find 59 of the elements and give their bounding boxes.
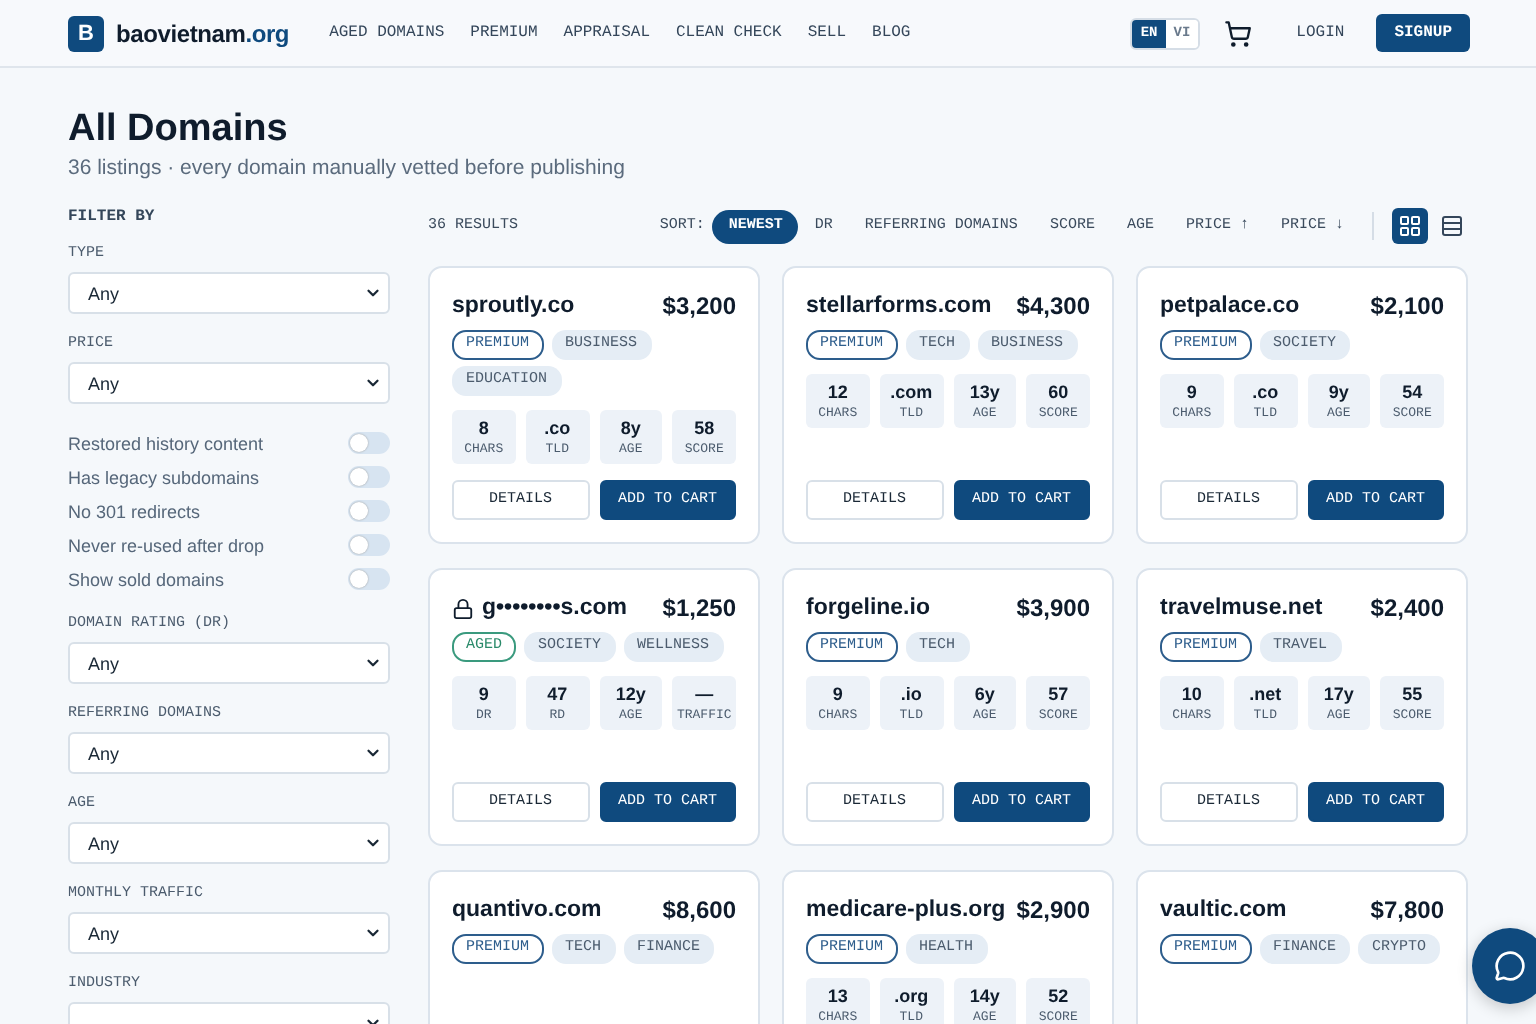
sidebar-title: FILTER BY xyxy=(68,208,157,226)
domain-name: petpalace.co xyxy=(1160,294,1300,318)
domain-name: g••••••••s.com xyxy=(452,596,627,620)
filter-select[interactable]: Any xyxy=(68,642,390,684)
chat-button[interactable] xyxy=(1472,928,1536,1004)
grid-icon xyxy=(1398,214,1422,238)
domain-name: stellarforms.com xyxy=(806,294,992,318)
toggle-switch[interactable] xyxy=(348,534,390,556)
toggle-switch[interactable] xyxy=(348,432,390,454)
logo-text[interactable]: baovietnam.org xyxy=(116,19,290,47)
domain-name: sproutly.co xyxy=(452,294,575,318)
cart-icon[interactable] xyxy=(1224,19,1253,47)
filter-select[interactable]: Any xyxy=(68,362,390,404)
nav-link[interactable]: PREMIUM xyxy=(470,24,538,42)
chat-icon xyxy=(1494,950,1526,982)
chevron-down-icon xyxy=(364,834,382,852)
domain-price: $7,800 xyxy=(1370,896,1444,924)
chevron-down-icon xyxy=(364,744,382,762)
toggle-label: Show sold domains xyxy=(68,569,225,589)
filter-select[interactable]: Any xyxy=(68,272,390,314)
logo-mark[interactable]: B xyxy=(68,15,104,51)
login-link[interactable]: LOGIN xyxy=(1296,24,1345,42)
toggle-switch[interactable] xyxy=(348,466,390,488)
toggle-switch[interactable] xyxy=(348,568,390,590)
nav-link[interactable]: AGED DOMAINS xyxy=(329,24,445,42)
domain-price: $4,300 xyxy=(1016,292,1090,320)
chevron-down-icon xyxy=(364,654,382,672)
domain-price: $3,200 xyxy=(662,292,736,320)
toggle-switch[interactable] xyxy=(348,500,390,522)
toggle-label: Restored history content xyxy=(68,433,264,453)
domain-name: travelmuse.net xyxy=(1160,596,1323,620)
page-subtitle: 36 listings · every domain manually vetted before publishing xyxy=(68,156,627,180)
chevron-down-icon xyxy=(364,284,382,302)
domain-price: $2,900 xyxy=(1016,896,1090,924)
domain-price: $2,100 xyxy=(1370,292,1444,320)
domain-price: $2,400 xyxy=(1370,594,1444,622)
toggle-label: Has legacy subdomains xyxy=(68,467,260,487)
domain-name: medicare-plus.org xyxy=(806,898,1006,922)
nav-link[interactable]: SELL xyxy=(807,24,847,42)
filter-select[interactable]: Any xyxy=(68,822,390,864)
nav-link[interactable]: BLOG xyxy=(872,24,911,42)
toggle-label: Never re-used after drop xyxy=(68,535,265,555)
filter-select[interactable]: Any xyxy=(68,732,390,774)
domain-name: vaultic.com xyxy=(1160,898,1287,922)
filter-select[interactable]: Any xyxy=(68,912,390,954)
signup-button[interactable]: SIGNUP xyxy=(1376,14,1470,52)
chevron-down-icon xyxy=(364,374,382,392)
domain-name: quantivo.com xyxy=(452,898,602,922)
domain-price: $8,600 xyxy=(662,896,736,924)
nav-link[interactable]: APPRAISAL xyxy=(563,24,650,42)
toggle-label: No 301 redirects xyxy=(68,501,201,521)
domain-name: forgeline.io xyxy=(806,596,930,620)
nav-link[interactable]: CLEAN CHECK xyxy=(676,24,782,42)
domain-price: $3,900 xyxy=(1016,594,1090,622)
grid-view-button[interactable] xyxy=(1392,208,1428,244)
list-icon xyxy=(1440,214,1464,238)
page-title: All Domains xyxy=(68,108,290,152)
domain-price: $1,250 xyxy=(662,594,736,622)
chevron-down-icon xyxy=(364,924,382,942)
